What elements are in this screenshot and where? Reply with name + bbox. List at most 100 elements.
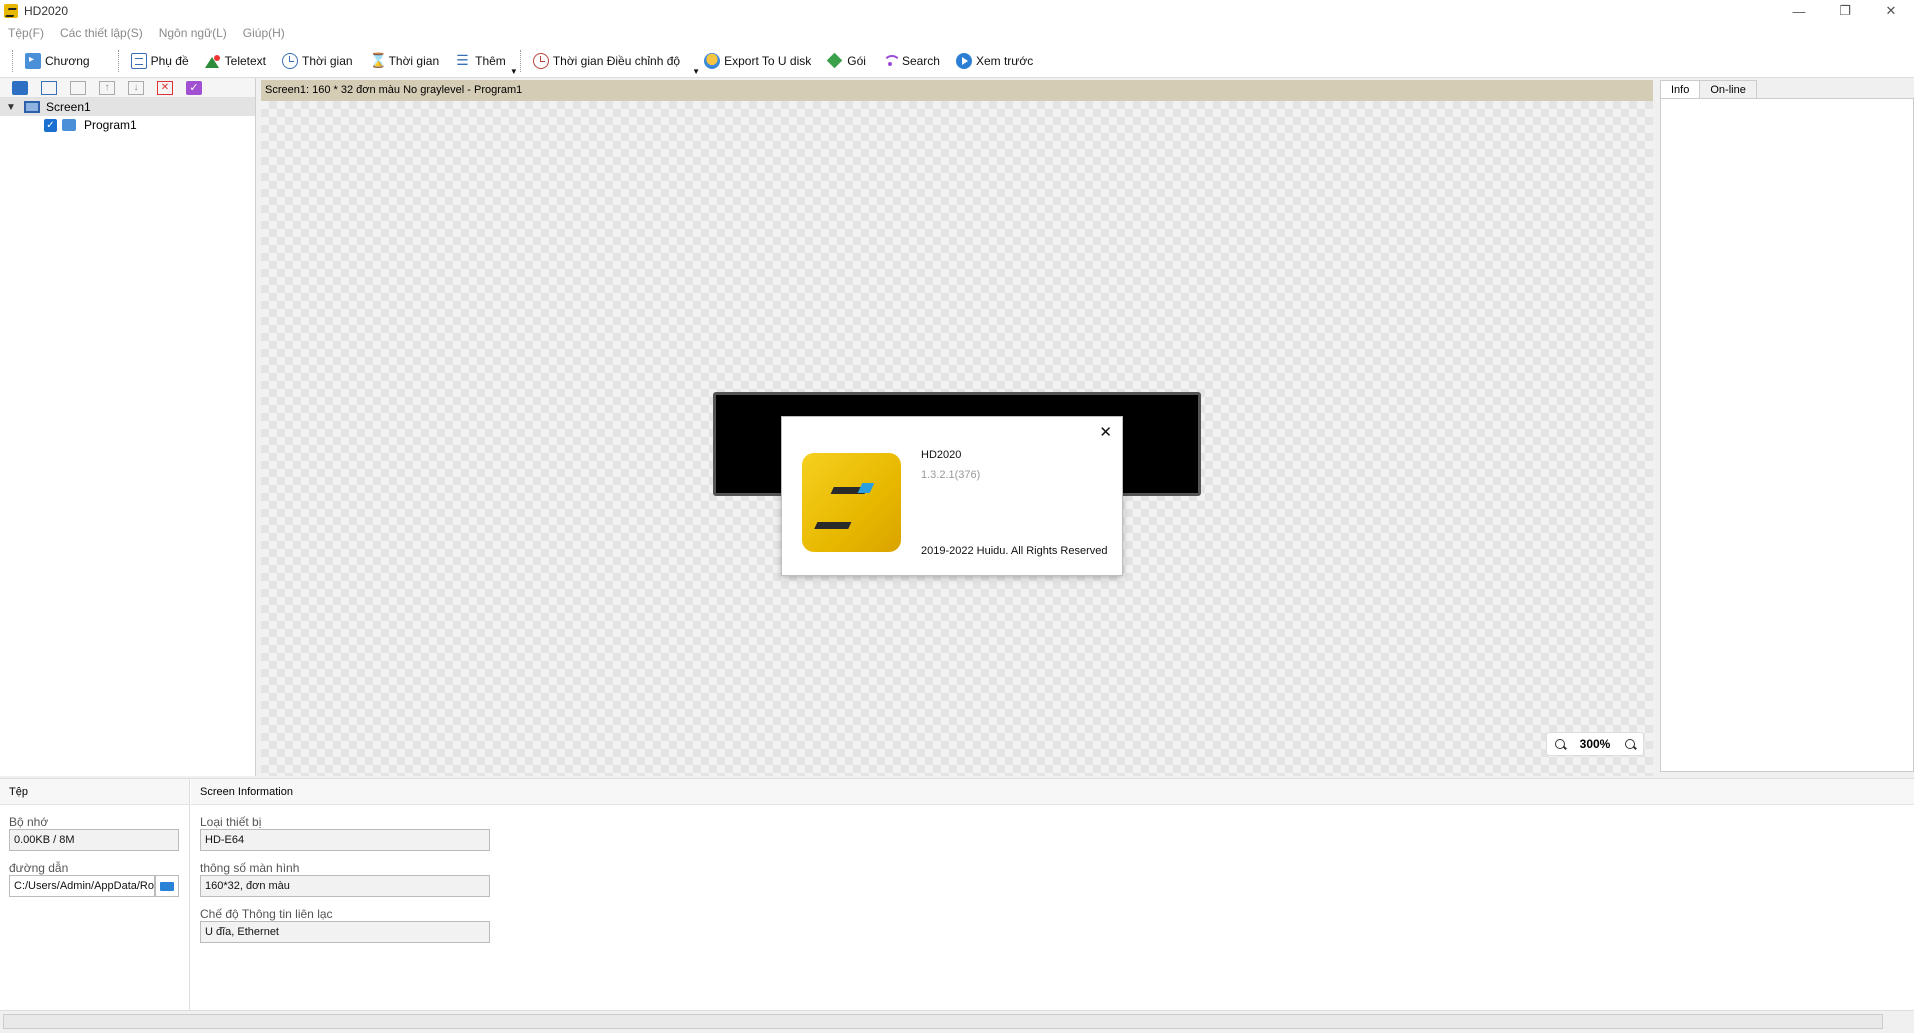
time-adjust-icon [532, 52, 549, 69]
file-section: Tệp Bộ nhớ 0.00KB / 8M đường dẫn C:/User… [0, 779, 190, 1011]
device-type-label: Loại thiết bị [200, 815, 262, 829]
about-copyright: 2019-2022 Huidu. All Rights Reserved [921, 545, 1108, 557]
picture-icon [204, 53, 221, 69]
tree-screen-label: Screen1 [46, 100, 91, 114]
tree-item-screen[interactable]: ▼ Screen1 [0, 98, 255, 116]
canvas-header: Screen1: 160 * 32 đơn màu No graylevel -… [261, 80, 1653, 101]
package-label: Gói [847, 53, 866, 68]
clock-icon [282, 52, 298, 69]
toolbar-separator [117, 49, 119, 72]
zoom-control: 300% [1546, 732, 1644, 756]
chevron-down-icon[interactable]: ▼ [6, 102, 16, 113]
package-button[interactable]: Gói [821, 48, 872, 74]
move-down-icon[interactable]: ↓ [128, 80, 144, 95]
teletext-button[interactable]: Teletext [199, 48, 272, 74]
clock-button[interactable]: Thời gian [276, 48, 359, 74]
bottom-properties: Tệp Bộ nhớ 0.00KB / 8M đường dẫn C:/User… [0, 778, 1914, 1011]
tree-toolbar: ↑ ↓ ✕ ✓ [0, 78, 255, 98]
close-icon[interactable]: ✕ [1099, 423, 1112, 441]
zoom-in-icon[interactable] [1555, 739, 1565, 749]
path-label: đường dẫn [9, 861, 69, 875]
toolbar-separator [519, 49, 521, 72]
close-window-button[interactable]: ✕ [1868, 0, 1914, 22]
more-label: Thêm [475, 53, 506, 68]
subtitle-label: Phụ đề [150, 53, 189, 68]
timer-label: Thời gian [388, 53, 440, 68]
info-panel: Info On-line [1658, 78, 1914, 774]
search-label: Search [901, 53, 940, 68]
comm-mode-label: Chế độ Thông tin liên lạc [200, 907, 333, 921]
window-controls: — ❐ ✕ [1776, 0, 1914, 22]
about-version: 1.3.2.1(376) [921, 469, 981, 481]
app-logo-icon [4, 4, 18, 18]
about-dialog: ✕ HD2020 1.3.2.1(376) 2019-2022 Huidu. A… [781, 416, 1123, 576]
more-button[interactable]: Thêm ▼ [449, 48, 518, 76]
screen-spec-field: 160*32, đơn màu [200, 875, 490, 897]
screen-info-title: Screen Information [191, 779, 1914, 805]
toolbar: Chương Phụ đề Teletext Thời gian Thời gi… [0, 44, 1914, 78]
menu-file[interactable]: Tệp(F) [8, 26, 44, 40]
time-adjust-label: Thời gian Điều chỉnh độ [552, 53, 681, 68]
chapter-button[interactable]: Chương [19, 48, 96, 74]
export-disk-icon [704, 52, 721, 69]
hourglass-icon [369, 52, 387, 69]
play-icon [955, 52, 972, 69]
move-up-icon[interactable]: ↑ [99, 80, 115, 95]
program-icon [62, 119, 76, 131]
screen-icon [24, 101, 40, 113]
restore-button[interactable]: ❐ [1822, 0, 1868, 22]
preview-button[interactable]: Xem trước [950, 48, 1039, 74]
path-field[interactable]: C:/Users/Admin/AppData/Roa [9, 875, 155, 897]
program-checkbox[interactable]: ✓ [44, 118, 57, 132]
add-screen-icon[interactable] [12, 80, 28, 95]
info-tab-content [1660, 98, 1914, 772]
program-tree-panel: ↑ ↓ ✕ ✓ ▼ Screen1 ✓ Program1 [0, 78, 256, 776]
subtitle-button[interactable]: Phụ đề [125, 48, 195, 74]
menu-bar: Tệp(F) Các thiết lập(S) Ngôn ngữ(L) Giúp… [0, 22, 1914, 44]
chapter-label: Chương [45, 53, 90, 68]
check-all-icon[interactable]: ✓ [186, 80, 202, 95]
menu-settings[interactable]: Các thiết lập(S) [60, 26, 143, 40]
zoom-level: 300% [1579, 737, 1611, 751]
subtitle-icon [130, 52, 147, 69]
horizontal-scrollbar[interactable] [3, 1014, 1883, 1029]
toolbar-separator [12, 49, 13, 72]
preview-label: Xem trước [975, 53, 1034, 68]
package-icon [827, 53, 843, 69]
device-type-field: HD-E64 [200, 829, 490, 851]
delete-icon[interactable]: ✕ [157, 80, 173, 95]
status-bar [0, 1010, 1914, 1033]
chapter-icon [25, 52, 41, 69]
teletext-label: Teletext [224, 53, 266, 68]
clock-label: Thời gian [302, 53, 353, 68]
tree-program-label: Program1 [84, 118, 137, 132]
minimize-button[interactable]: — [1776, 0, 1822, 22]
export-label: Export To U disk [724, 53, 812, 68]
tab-info[interactable]: Info [1660, 80, 1701, 98]
file-section-title: Tệp [0, 779, 189, 805]
folder-open-icon[interactable] [155, 875, 179, 897]
window-title: HD2020 [24, 4, 69, 18]
wifi-search-icon [882, 53, 901, 69]
memory-field: 0.00KB / 8M [9, 829, 179, 851]
dropdown-arrow-icon: ▼ [509, 66, 518, 76]
tree-item-program[interactable]: ✓ Program1 [0, 116, 255, 134]
about-app-name: HD2020 [921, 449, 962, 461]
tab-online[interactable]: On-line [1699, 80, 1757, 98]
path-row: C:/Users/Admin/AppData/Roa [0, 875, 189, 897]
add-program-icon[interactable] [41, 80, 57, 95]
timer-button[interactable]: Thời gian [363, 48, 446, 74]
screen-info-section: Screen Information Loại thiết bị HD-E64 … [191, 779, 1914, 1011]
memory-label: Bộ nhớ [9, 815, 49, 829]
zoom-out-icon[interactable] [1624, 739, 1635, 749]
copy-icon[interactable] [70, 80, 86, 95]
menu-language[interactable]: Ngôn ngữ(L) [159, 26, 227, 40]
time-adjust-button[interactable]: Thời gian Điều chỉnh độ ▼ [527, 48, 700, 76]
export-button[interactable]: Export To U disk [698, 48, 817, 74]
menu-help[interactable]: Giúp(H) [243, 26, 285, 40]
search-button[interactable]: Search [876, 48, 946, 74]
title-bar: HD2020 — ❐ ✕ [0, 0, 1914, 22]
screen-spec-label: thông số màn hình [200, 861, 300, 875]
app-logo [802, 453, 901, 552]
info-tabs: Info On-line [1658, 78, 1914, 98]
